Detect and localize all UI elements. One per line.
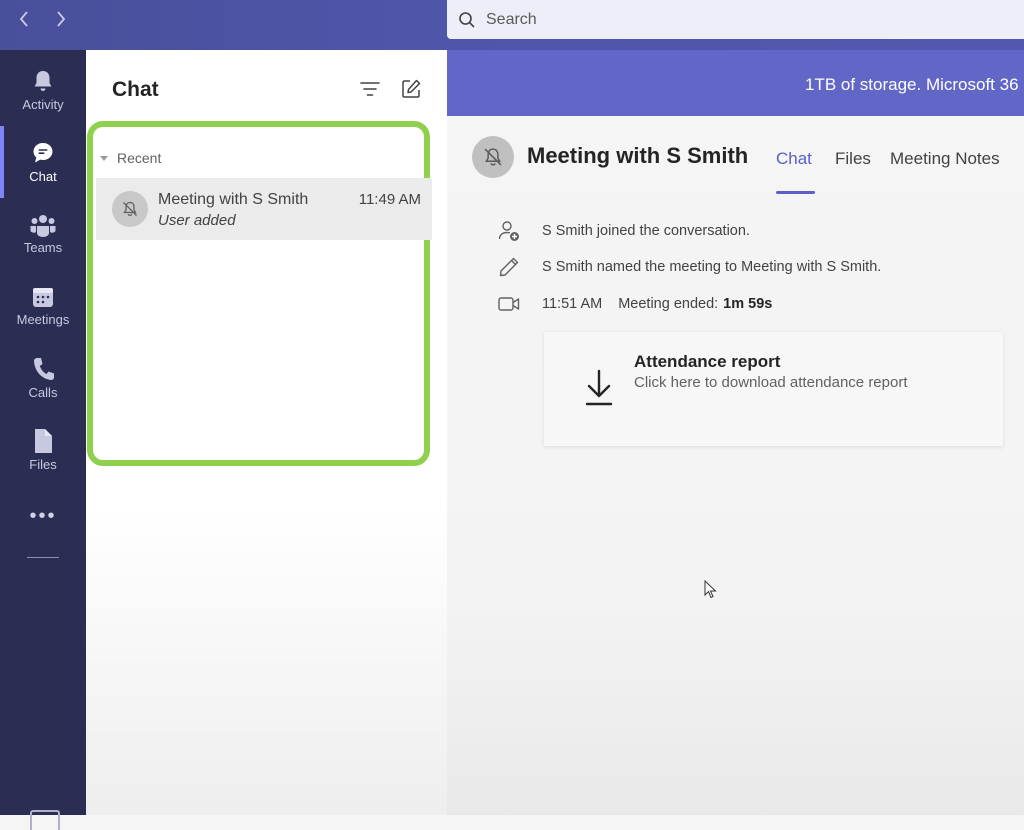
new-chat-button[interactable] xyxy=(400,78,422,100)
event-time: 11:51 AM xyxy=(542,296,603,312)
banner-text: 1TB of storage. Microsoft 36 xyxy=(805,75,1019,94)
app-rail: Activity Chat Teams Meetings Calls Files… xyxy=(0,50,86,830)
tab-files[interactable]: Files xyxy=(835,149,871,169)
search-bar[interactable] xyxy=(447,0,1024,39)
rail-label: Chat xyxy=(29,169,57,184)
chat-icon xyxy=(33,143,53,163)
highlight-annotation xyxy=(87,121,430,466)
rail-item-files[interactable]: Files xyxy=(0,414,86,486)
bell-icon xyxy=(34,71,52,91)
chat-list-pane: Chat Recent Meeting with S Smith 11:49 A… xyxy=(86,50,447,815)
recent-section-header[interactable]: Recent xyxy=(100,150,161,166)
more-apps-button[interactable]: ••• xyxy=(0,505,86,528)
search-icon xyxy=(459,11,475,28)
system-event: S Smith named the meeting to Meeting wit… xyxy=(497,256,881,278)
attendance-report-title: Attendance report xyxy=(634,352,781,371)
rail-label: Activity xyxy=(22,97,64,112)
chat-pane-title: Chat xyxy=(112,78,159,101)
recent-label: Recent xyxy=(117,150,162,166)
calendar-icon xyxy=(33,288,53,307)
chevron-down-icon xyxy=(100,155,108,161)
active-tab-indicator xyxy=(776,191,815,194)
chat-item-preview: User added xyxy=(158,212,236,229)
person-add-icon xyxy=(497,220,521,242)
rail-item-chat[interactable]: Chat xyxy=(0,126,86,198)
system-event: S Smith joined the conversation. xyxy=(497,220,750,242)
bell-off-icon xyxy=(123,201,137,217)
rail-label: Files xyxy=(29,457,57,472)
mouse-pointer-icon xyxy=(704,580,717,599)
download-icon xyxy=(585,369,613,406)
chat-list-item[interactable]: Meeting with S Smith 11:49 AM User added xyxy=(96,178,432,240)
attendance-report-subtitle: Click here to download attendance report xyxy=(634,374,908,391)
rail-label: Teams xyxy=(23,240,63,255)
bell-off-icon xyxy=(484,148,502,166)
tab-chat[interactable]: Chat xyxy=(776,149,812,169)
forward-arrow-icon[interactable] xyxy=(51,9,71,29)
chat-item-time: 11:49 AM xyxy=(358,191,421,208)
rail-label: Calls xyxy=(28,385,58,400)
chat-item-name: Meeting with S Smith xyxy=(158,191,309,208)
event-text: S Smith joined the conversation. xyxy=(542,223,750,239)
phone-icon xyxy=(34,358,54,380)
event-text: Meeting ended: xyxy=(618,296,719,312)
event-text: S Smith named the meeting to Meeting wit… xyxy=(542,259,882,275)
filter-icon xyxy=(360,82,380,96)
teams-icon xyxy=(30,215,56,237)
rail-divider xyxy=(27,557,59,558)
title-bar xyxy=(0,0,1024,50)
help-icon[interactable] xyxy=(30,810,60,830)
tab-meeting-notes[interactable]: Meeting Notes xyxy=(890,149,1000,169)
meeting-avatar xyxy=(472,136,514,178)
rail-label: Meetings xyxy=(16,312,70,327)
system-event: 11:51 AM Meeting ended: 1m 59s xyxy=(497,293,772,315)
back-arrow-icon[interactable] xyxy=(14,9,34,29)
meeting-duration: 1m 59s xyxy=(723,296,773,312)
pencil-icon xyxy=(497,256,521,278)
promo-banner[interactable]: 1TB of storage. Microsoft 36 xyxy=(447,50,1024,116)
meeting-title: Meeting with S Smith xyxy=(527,143,749,168)
conversation-pane: Meeting with S Smith Chat Files Meeting … xyxy=(447,116,1024,815)
rail-item-activity[interactable]: Activity xyxy=(0,54,86,126)
rail-item-teams[interactable]: Teams xyxy=(0,198,86,270)
compose-icon xyxy=(402,79,421,98)
filter-button[interactable] xyxy=(359,78,381,100)
avatar xyxy=(112,191,148,227)
file-icon xyxy=(35,429,52,453)
video-icon xyxy=(497,293,521,315)
attendance-report-card[interactable]: Attendance report Click here to download… xyxy=(544,332,1003,446)
rail-item-meetings[interactable]: Meetings xyxy=(0,270,86,342)
conversation-header: Meeting with S Smith Chat Files Meeting … xyxy=(447,116,1024,196)
rail-item-calls[interactable]: Calls xyxy=(0,342,86,414)
search-input[interactable] xyxy=(484,9,1008,30)
